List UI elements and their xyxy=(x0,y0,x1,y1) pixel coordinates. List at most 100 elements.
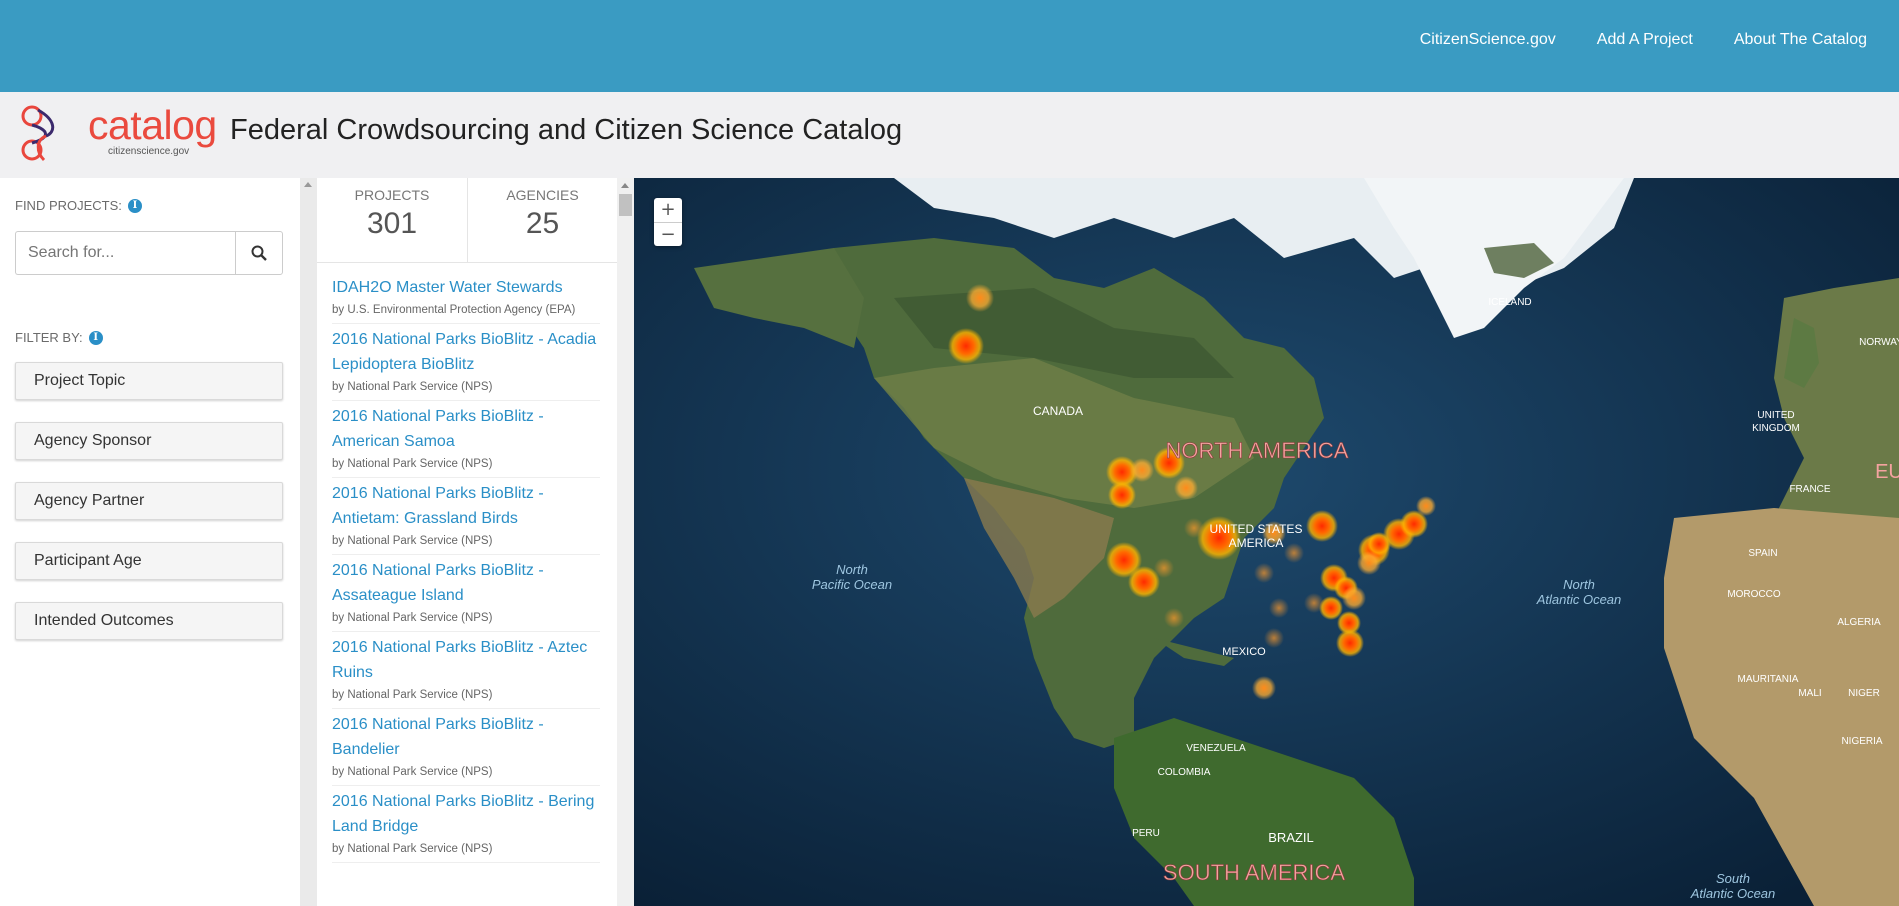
heat-marker[interactable] xyxy=(1416,496,1436,516)
project-list: IDAH2O Master Water Stewards by U.S. Envi… xyxy=(332,272,600,863)
project-agency: by National Park Service (NPS) xyxy=(332,535,493,547)
project-link[interactable]: 2016 National Parks BioBlitz - Bandelier xyxy=(332,712,600,762)
nav-link-citizenscience[interactable]: CitizenScience.gov xyxy=(1420,31,1556,49)
zoom-out-button[interactable]: − xyxy=(654,222,682,247)
sidebar-scrollbar[interactable] xyxy=(300,178,317,906)
filter-intended-outcomes[interactable]: Intended Outcomes xyxy=(15,602,283,640)
label-norway: NORWAY xyxy=(1859,337,1899,348)
filter-by-text: FILTER BY: xyxy=(15,330,83,345)
label-uk-1: UNITED xyxy=(1757,410,1794,421)
filter-agency-partner[interactable]: Agency Partner xyxy=(15,482,283,520)
agencies-stat-label: AGENCIES xyxy=(506,187,579,203)
search-button[interactable] xyxy=(235,231,283,275)
search-icon xyxy=(251,245,267,261)
label-npo-2: Pacific Ocean xyxy=(812,577,892,592)
heat-marker[interactable] xyxy=(1130,458,1154,482)
heat-marker[interactable] xyxy=(1108,481,1136,509)
agencies-stat-value: 25 xyxy=(525,207,560,240)
map-canvas[interactable]: CANADA NORTH AMERICA UNITED STATES AMERI… xyxy=(634,178,1899,906)
heat-marker[interactable] xyxy=(1252,676,1276,700)
filter-by-label: FILTER BY: i xyxy=(15,330,103,345)
label-niger: NIGER xyxy=(1848,688,1880,699)
scroll-thumb[interactable] xyxy=(619,194,632,216)
search-box xyxy=(15,231,283,275)
search-input[interactable] xyxy=(15,231,235,275)
project-link[interactable]: 2016 National Parks BioBlitz - Antietam:… xyxy=(332,481,600,531)
label-canada: CANADA xyxy=(1033,404,1083,418)
projects-stat-value: 301 xyxy=(366,207,418,240)
list-scrollbar[interactable] xyxy=(617,178,634,906)
list-item: 2016 National Parks BioBlitz - Assateagu… xyxy=(332,555,600,632)
label-morocco: MOROCCO xyxy=(1727,589,1781,600)
filter-project-topic[interactable]: Project Topic xyxy=(15,362,283,400)
label-usa-1: UNITED STATES xyxy=(1210,522,1303,536)
nav-link-about-catalog[interactable]: About The Catalog xyxy=(1734,31,1867,49)
heat-marker[interactable] xyxy=(1284,543,1304,563)
project-list-panel: PROJECTS 301 AGENCIES 25 IDAH2O Master W… xyxy=(317,178,617,906)
label-mexico: MEXICO xyxy=(1222,646,1266,658)
list-item: 2016 National Parks BioBlitz - Aztec Rui… xyxy=(332,632,600,709)
project-agency: by National Park Service (NPS) xyxy=(332,766,493,778)
label-iceland: ICELAND xyxy=(1488,297,1531,308)
heat-marker[interactable] xyxy=(1357,551,1381,575)
catalog-logo[interactable]: catalog citizenscience.gov xyxy=(20,102,217,166)
stats-bar: PROJECTS 301 AGENCIES 25 xyxy=(317,178,617,263)
page-title: Federal Crowdsourcing and Citizen Scienc… xyxy=(230,114,903,146)
label-nigeria: NIGERIA xyxy=(1841,736,1882,747)
list-item: 2016 National Parks BioBlitz - Antietam:… xyxy=(332,478,600,555)
heat-marker[interactable] xyxy=(1304,593,1324,613)
project-link[interactable]: 2016 National Parks BioBlitz - Acadia Le… xyxy=(332,327,600,377)
label-south-america: SOUTH AMERICA xyxy=(1163,860,1345,885)
projects-stat: PROJECTS 301 xyxy=(317,178,467,262)
heat-marker[interactable] xyxy=(1164,608,1184,628)
heat-marker[interactable] xyxy=(1264,628,1284,648)
label-venezuela: VENEZUELA xyxy=(1186,743,1246,754)
label-brazil: BRAZIL xyxy=(1268,830,1314,845)
heat-marker[interactable] xyxy=(1306,510,1338,542)
heat-marker[interactable] xyxy=(1184,518,1204,538)
project-agency: by U.S. Environmental Protection Agency … xyxy=(332,304,576,316)
find-projects-text: FIND PROJECTS: xyxy=(15,198,122,213)
label-north-america: NORTH AMERICA xyxy=(1166,438,1349,463)
heat-marker[interactable] xyxy=(1254,563,1274,583)
project-link[interactable]: 2016 National Parks BioBlitz - American … xyxy=(332,404,600,454)
project-link[interactable]: 2016 National Parks BioBlitz - Aztec Rui… xyxy=(332,635,600,685)
filter-agency-sponsor[interactable]: Agency Sponsor xyxy=(15,422,283,460)
list-item: 2016 National Parks BioBlitz - Bering La… xyxy=(332,786,600,863)
project-link[interactable]: 2016 National Parks BioBlitz - Bering La… xyxy=(332,789,600,839)
heat-marker[interactable] xyxy=(966,284,994,312)
list-item: IDAH2O Master Water Stewards by U.S. Envi… xyxy=(332,272,600,324)
scroll-up-icon[interactable] xyxy=(304,182,312,187)
nav-link-add-project[interactable]: Add A Project xyxy=(1597,31,1693,49)
label-mali: MALI xyxy=(1798,688,1821,699)
project-link[interactable]: 2016 National Parks BioBlitz - Assateagu… xyxy=(332,558,600,608)
filter-participant-age[interactable]: Participant Age xyxy=(15,542,283,580)
heat-marker[interactable] xyxy=(1342,586,1366,610)
project-agency: by National Park Service (NPS) xyxy=(332,458,493,470)
heat-marker[interactable] xyxy=(1174,476,1198,500)
heat-marker[interactable] xyxy=(1154,558,1174,578)
zoom-control: + − xyxy=(654,198,682,246)
logo-mark-icon xyxy=(21,105,55,162)
label-sao-1: South xyxy=(1716,871,1750,886)
find-projects-label: FIND PROJECTS: i xyxy=(15,198,142,213)
label-eu: EU xyxy=(1875,461,1899,483)
logo-wordmark: catalog xyxy=(88,102,217,148)
project-agency: by National Park Service (NPS) xyxy=(332,689,493,701)
label-algeria: ALGERIA xyxy=(1837,617,1881,628)
info-icon[interactable]: i xyxy=(88,330,103,345)
scroll-up-icon[interactable] xyxy=(621,183,629,188)
label-mauritania: MAURITANIA xyxy=(1738,674,1799,685)
info-icon[interactable]: i xyxy=(127,198,142,213)
agencies-stat: AGENCIES 25 xyxy=(467,178,617,262)
heat-marker[interactable] xyxy=(1269,598,1289,618)
label-france: FRANCE xyxy=(1789,484,1830,495)
heat-marker[interactable] xyxy=(1336,629,1364,657)
list-item: 2016 National Parks BioBlitz - Acadia Le… xyxy=(332,324,600,401)
label-nao-1: North xyxy=(1563,577,1595,592)
zoom-in-button[interactable]: + xyxy=(654,198,682,222)
project-agency: by National Park Service (NPS) xyxy=(332,843,493,855)
heat-marker[interactable] xyxy=(948,328,984,364)
project-map[interactable]: CANADA NORTH AMERICA UNITED STATES AMERI… xyxy=(634,178,1899,906)
project-link[interactable]: IDAH2O Master Water Stewards xyxy=(332,275,600,300)
